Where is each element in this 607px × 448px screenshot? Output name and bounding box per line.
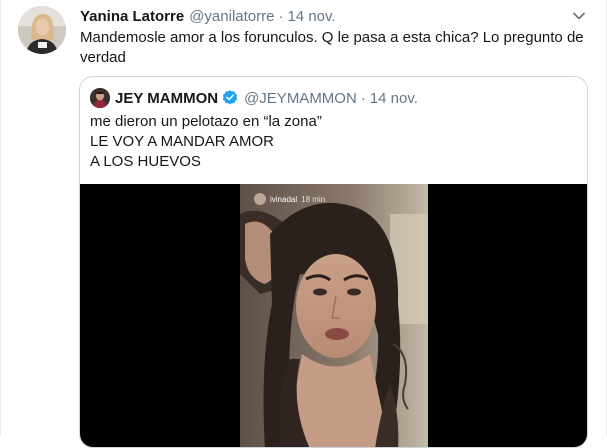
quoted-author-name[interactable]: JEY MAMMON xyxy=(115,90,218,107)
author-handle[interactable]: @yanilatorre xyxy=(189,8,274,25)
separator-dot: · xyxy=(278,7,284,25)
quoted-tweet-line: LE VOY A MANDAR AMOR xyxy=(90,133,274,150)
quoted-tweet-date[interactable]: 14 nov. xyxy=(370,90,418,107)
tweet-date[interactable]: 14 nov. xyxy=(287,8,335,25)
quoted-tweet-line: me dieron un pelotazo en “la zona” xyxy=(90,113,322,130)
quoted-author-avatar-photo xyxy=(90,88,110,108)
story-user-avatar xyxy=(254,193,266,205)
quoted-author-handle[interactable]: @JEYMAMMON xyxy=(244,90,357,107)
verified-badge-icon xyxy=(222,90,238,105)
tweet-header: Yanina Latorre @yanilatorre · 14 nov. xyxy=(80,6,336,26)
tweet-card[interactable]: Yanina Latorre @yanilatorre · 14 nov. Ma… xyxy=(0,0,607,448)
video-player[interactable]: ivinadal 18 min xyxy=(80,184,587,447)
quoted-tweet-text: me dieron un pelotazo en “la zona” LE VO… xyxy=(90,112,570,172)
quoted-tweet-line: A LOS HUEVOS xyxy=(90,153,201,170)
author-name[interactable]: Yanina Latorre xyxy=(80,8,184,25)
story-username: ivinadal xyxy=(270,194,298,204)
author-avatar-photo xyxy=(18,6,66,54)
story-time: 18 min xyxy=(301,194,326,204)
story-user-overlay: ivinadal 18 min xyxy=(254,192,325,206)
quoted-tweet-header: JEY MAMMON @JEYMAMMON · 14 nov. xyxy=(90,88,418,108)
video-frame-image xyxy=(240,184,428,447)
tweet-text: Mandemosle amor a los forunculos. Q le p… xyxy=(80,29,584,66)
chevron-down-icon[interactable] xyxy=(570,7,588,25)
quoted-author-avatar xyxy=(90,88,110,108)
quoted-separator-dot: · xyxy=(360,89,366,107)
quoted-tweet[interactable]: JEY MAMMON @JEYMAMMON · 14 nov. me diero… xyxy=(79,76,588,448)
author-avatar[interactable] xyxy=(18,6,66,54)
video-frame: ivinadal 18 min xyxy=(240,184,428,447)
